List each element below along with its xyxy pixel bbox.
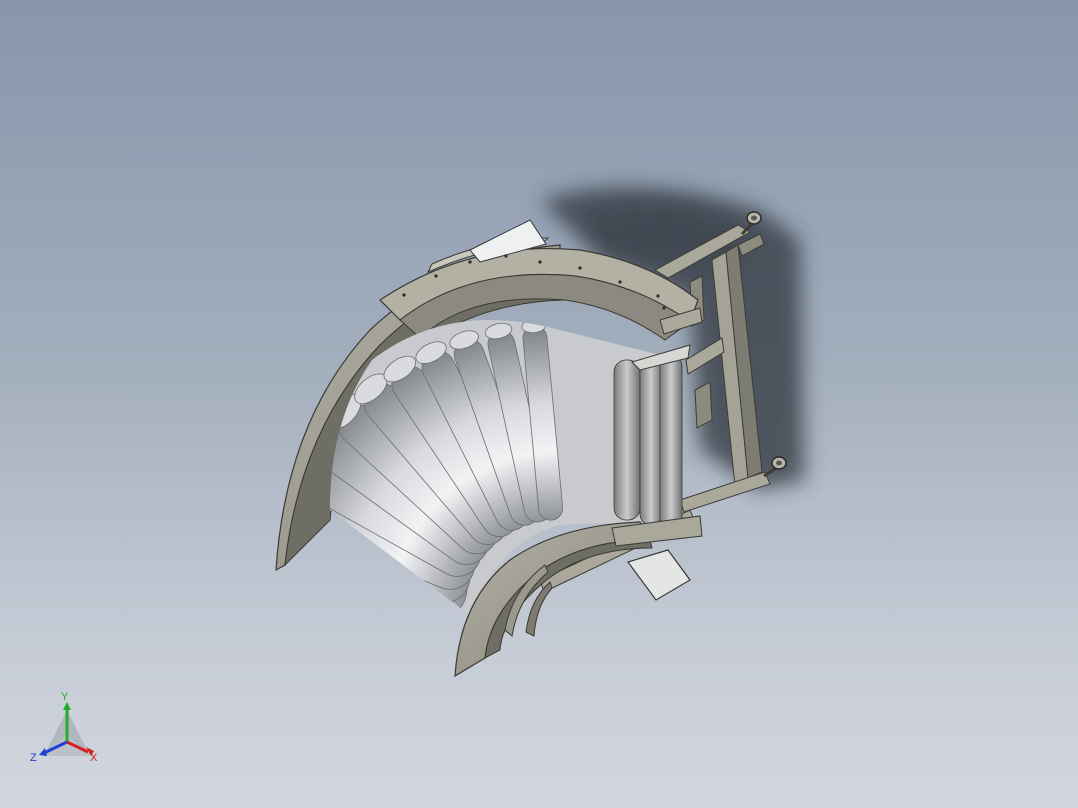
cad-graphics-viewport[interactable]: Y X Z	[0, 0, 1078, 808]
z-axis-label: Z	[30, 752, 37, 764]
x-axis-label: X	[90, 752, 98, 764]
y-axis-label: Y	[61, 691, 69, 703]
orientation-triad[interactable]: Y X Z	[22, 690, 112, 780]
discharge-plate	[611, 515, 703, 601]
conveyor-model[interactable]	[0, 0, 1078, 808]
